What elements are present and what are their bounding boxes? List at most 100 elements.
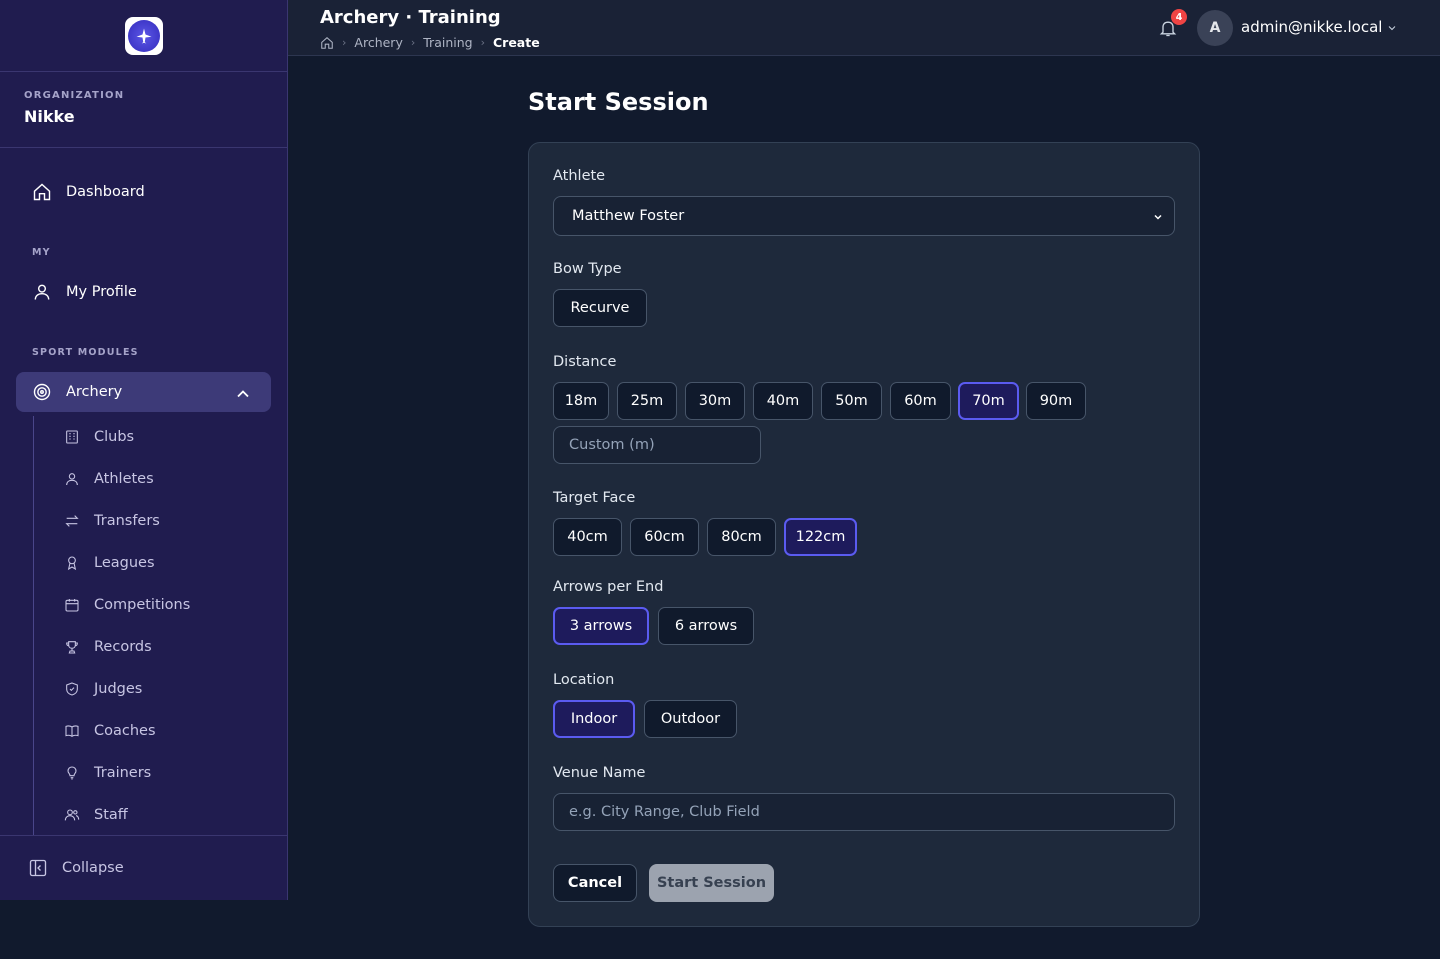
building-icon — [66, 430, 78, 444]
avatar[interactable]: A — [1197, 10, 1233, 46]
sidebar-bottom-strip — [0, 900, 288, 959]
distance-chip-30m[interactable]: 30m — [685, 382, 745, 420]
home-icon[interactable] — [320, 36, 334, 50]
plane-icon — [127, 19, 160, 52]
chevron-down-icon — [1154, 214, 1162, 220]
sidebar-item-label: My Profile — [66, 284, 137, 300]
users-icon — [64, 809, 80, 821]
notification-badge: 4 — [1171, 9, 1187, 25]
submenu-guide-line — [33, 416, 34, 836]
breadcrumb-current: Create — [492, 35, 540, 50]
session-form-card: Athlete Matthew Foster Bow Type Recurve … — [528, 142, 1200, 927]
sidebar-subitem-label: Leagues — [94, 555, 155, 571]
target-face-chip-122cm[interactable]: 122cm — [784, 518, 857, 556]
distance-chip-40m[interactable]: 40m — [753, 382, 813, 420]
sidebar-subitem-records[interactable]: Records — [64, 632, 152, 662]
user-email[interactable]: admin@nikke.local — [1241, 18, 1382, 36]
sidebar-subitem-label: Trainers — [94, 765, 152, 781]
shield-icon — [66, 682, 78, 696]
sidebar-collapse-icon — [29, 859, 47, 877]
user-icon — [66, 473, 78, 486]
distance-chip-25m[interactable]: 25m — [617, 382, 677, 420]
breadcrumb-separator: › — [480, 36, 485, 49]
book-icon — [65, 725, 79, 737]
athlete-label: Athlete — [553, 168, 606, 184]
bulb-icon — [67, 766, 77, 780]
sidebar-subitem-label: Clubs — [94, 429, 135, 445]
ribbon-icon — [67, 556, 77, 571]
breadcrumb-separator: › — [410, 36, 416, 49]
section-label-my: MY — [32, 247, 51, 258]
sidebar-subitem-label: Coaches — [94, 723, 156, 739]
arrows-per-end-label: Arrows per End — [553, 579, 664, 595]
target-face-chip-60cm[interactable]: 60cm — [630, 518, 699, 556]
arrows-chip-6[interactable]: 6 arrows — [658, 607, 754, 645]
page-heading: Archery · Training — [320, 7, 501, 28]
page-title: Start Session — [528, 88, 709, 116]
location-chip-indoor[interactable]: Indoor — [553, 700, 635, 738]
target-face-chip-40cm[interactable]: 40cm — [553, 518, 622, 556]
organization-block: ORGANIZATION Nikke — [0, 72, 287, 148]
sidebar-item-archery[interactable]: Archery — [16, 372, 271, 412]
collapse-button[interactable]: Collapse — [0, 835, 288, 900]
organization-name[interactable]: Nikke — [24, 107, 263, 126]
distance-chip-50m[interactable]: 50m — [821, 382, 882, 420]
distance-chip-70m[interactable]: 70m — [958, 382, 1019, 420]
arrows-chip-3[interactable]: 3 arrows — [553, 607, 649, 645]
bow-type-recurve-chip[interactable]: Recurve — [553, 289, 647, 327]
target-icon — [33, 383, 51, 401]
user-icon — [34, 284, 50, 300]
custom-distance-input[interactable]: Custom (m) — [553, 426, 761, 464]
target-face-label: Target Face — [553, 490, 636, 506]
sidebar-item-dashboard[interactable]: Dashboard — [16, 172, 271, 212]
top-header: Archery · Training › Archery › Training … — [288, 0, 1440, 56]
athlete-select[interactable]: Matthew Foster — [553, 196, 1175, 236]
athlete-select-value: Matthew Foster — [572, 208, 685, 224]
app-logo[interactable] — [124, 16, 163, 55]
transfer-icon — [65, 515, 79, 527]
sidebar-subitem-clubs[interactable]: Clubs — [64, 422, 134, 452]
breadcrumb-archery[interactable]: Archery — [354, 35, 402, 50]
venue-name-input[interactable]: e.g. City Range, Club Field — [553, 793, 1175, 831]
organization-label: ORGANIZATION — [24, 90, 125, 101]
chevron-down-icon[interactable] — [1386, 22, 1398, 34]
location-chip-outdoor[interactable]: Outdoor — [644, 700, 737, 738]
sidebar-subitem-label: Judges — [94, 681, 143, 697]
sidebar: ORGANIZATION Nikke Dashboard MY My Profi… — [0, 0, 288, 900]
logo-area — [0, 0, 287, 72]
distance-chip-18m[interactable]: 18m — [553, 382, 609, 420]
sidebar-subitem-competitions[interactable]: Competitions — [64, 590, 190, 620]
cancel-button[interactable]: Cancel — [553, 864, 637, 902]
breadcrumb: › Archery › Training › Create — [320, 35, 540, 50]
venue-name-label: Venue Name — [553, 765, 646, 781]
sidebar-subitem-leagues[interactable]: Leagues — [64, 548, 155, 578]
sidebar-subitem-transfers[interactable]: Transfers — [64, 506, 160, 536]
start-session-button[interactable]: Start Session — [649, 864, 774, 902]
sidebar-subitem-coaches[interactable]: Coaches — [64, 716, 156, 746]
breadcrumb-training[interactable]: Training — [423, 35, 472, 50]
sidebar-item-label: Dashboard — [66, 184, 145, 200]
breadcrumb-separator: › — [342, 36, 347, 49]
sidebar-subitem-label: Staff — [94, 807, 128, 823]
sidebar-subitem-trainers[interactable]: Trainers — [64, 758, 151, 788]
sidebar-item-my-profile[interactable]: My Profile — [16, 272, 271, 312]
distance-label: Distance — [553, 354, 617, 370]
sidebar-subitem-staff[interactable]: Staff — [64, 800, 128, 830]
section-label-sport-modules: SPORT MODULES — [32, 347, 139, 358]
location-label: Location — [553, 672, 615, 688]
distance-chip-90m[interactable]: 90m — [1026, 382, 1086, 420]
sidebar-subitem-label: Competitions — [94, 597, 191, 613]
calendar-icon — [65, 599, 79, 612]
chevron-up-icon — [237, 390, 249, 398]
bow-type-label: Bow Type — [553, 261, 622, 277]
sidebar-subitem-judges[interactable]: Judges — [64, 674, 142, 704]
sidebar-item-label: Archery — [66, 384, 123, 400]
home-icon — [33, 183, 51, 201]
distance-chip-60m[interactable]: 60m — [890, 382, 951, 420]
target-face-chip-80cm[interactable]: 80cm — [707, 518, 776, 556]
collapse-label: Collapse — [62, 860, 124, 876]
sidebar-subitem-label: Transfers — [94, 513, 160, 529]
sidebar-subitem-athletes[interactable]: Athletes — [64, 464, 154, 494]
trophy-icon — [66, 641, 78, 654]
sidebar-subitem-label: Athletes — [94, 471, 154, 487]
